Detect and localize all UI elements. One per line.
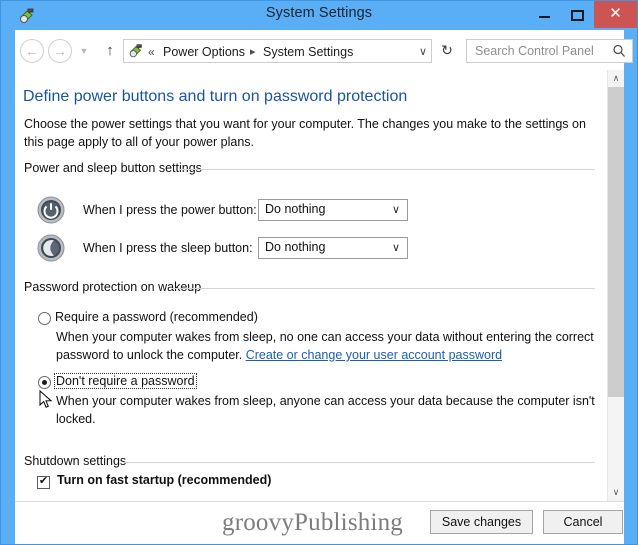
breadcrumb-separator-icon[interactable]: ▸: [250, 42, 256, 62]
radio-dont-require-password-label[interactable]: Don't require a password: [54, 373, 197, 389]
maximize-button[interactable]: [561, 1, 593, 28]
breadcrumb[interactable]: « Power Options ▸ System Settings ∨: [123, 39, 432, 63]
content-pane: Define power buttons and turn on passwor…: [15, 70, 624, 501]
scrollbar-thumb[interactable]: [608, 87, 624, 397]
dont-require-password-help: When your computer wakes from sleep, any…: [56, 394, 595, 426]
page-description: Choose the power settings that you want …: [24, 117, 586, 149]
recent-locations-button[interactable]: ▼: [77, 44, 91, 58]
sleep-button-action-select[interactable]: Do nothing ∨: [258, 237, 408, 259]
close-icon: ✕: [609, 5, 622, 22]
navigation-bar: ← → ▼ ↑ « Power Options ▸ System Setting…: [15, 30, 633, 70]
power-button-action-select[interactable]: Do nothing ∨: [258, 199, 408, 221]
power-button-action-value: Do nothing: [265, 202, 326, 216]
forward-button[interactable]: →: [48, 39, 72, 63]
watermark: groovyPublishing: [222, 509, 403, 536]
section-header-shutdown: Shutdown settings: [24, 454, 127, 468]
system-settings-window: System Settings ✕ ← → ▼ ↑ « Power Option…: [0, 0, 638, 545]
sleep-button-icon: [37, 234, 65, 262]
chevron-down-icon: ∨: [391, 242, 400, 254]
bottom-action-bar: groovyPublishing Save changes Cancel: [15, 501, 624, 544]
checkbox-fast-startup[interactable]: [37, 474, 50, 489]
page-title: Define power buttons and turn on passwor…: [23, 88, 408, 105]
breadcrumb-item-system-settings[interactable]: System Settings: [263, 42, 353, 62]
search-icon: [612, 43, 626, 59]
radio-dont-require-password[interactable]: [38, 376, 51, 389]
title-bar: System Settings ✕: [1, 1, 637, 30]
radio-require-password[interactable]: [38, 312, 51, 325]
require-password-help: When your computer wakes from sleep, no …: [56, 328, 596, 364]
section-header-power-sleep: Power and sleep button settings: [24, 161, 202, 175]
up-button[interactable]: ↑: [100, 40, 120, 62]
chevron-down-icon: ∨: [391, 204, 400, 216]
checkbox-fast-startup-label[interactable]: Turn on fast startup (recommended): [57, 473, 271, 487]
breadcrumb-item-power-options[interactable]: Power Options: [163, 42, 245, 62]
cancel-button[interactable]: Cancel: [543, 510, 623, 534]
close-button[interactable]: ✕: [594, 1, 637, 28]
power-button-row-label: When I press the power button:: [83, 203, 257, 217]
section-divider-power-sleep: [179, 169, 595, 170]
scroll-up-icon[interactable]: ∧: [608, 70, 624, 87]
power-button-icon: [37, 196, 65, 224]
search-input[interactable]: [473, 40, 608, 62]
section-divider-shutdown: [123, 462, 595, 463]
breadcrumb-dropdown-icon[interactable]: ∨: [419, 42, 427, 62]
radio-require-password-label[interactable]: Require a password (recommended): [55, 310, 258, 324]
sleep-button-row-label: When I press the sleep button:: [83, 241, 253, 255]
sleep-button-action-value: Do nothing: [265, 240, 326, 254]
breadcrumb-overflow-icon[interactable]: «: [148, 42, 155, 62]
maximize-icon: [571, 10, 584, 21]
save-changes-button[interactable]: Save changes: [430, 510, 533, 534]
scroll-down-icon[interactable]: ∨: [608, 484, 624, 501]
minimize-button[interactable]: [528, 1, 560, 28]
minimize-icon: [539, 16, 550, 18]
search-box[interactable]: [466, 39, 633, 63]
breadcrumb-power-options-icon: [127, 42, 145, 60]
section-divider-password-protection: [172, 288, 595, 289]
back-button[interactable]: ←: [20, 39, 44, 63]
create-change-password-link[interactable]: Create or change your user account passw…: [246, 348, 502, 362]
vertical-scrollbar[interactable]: ∧ ∨: [607, 70, 624, 501]
refresh-button[interactable]: ↻: [435, 39, 459, 63]
